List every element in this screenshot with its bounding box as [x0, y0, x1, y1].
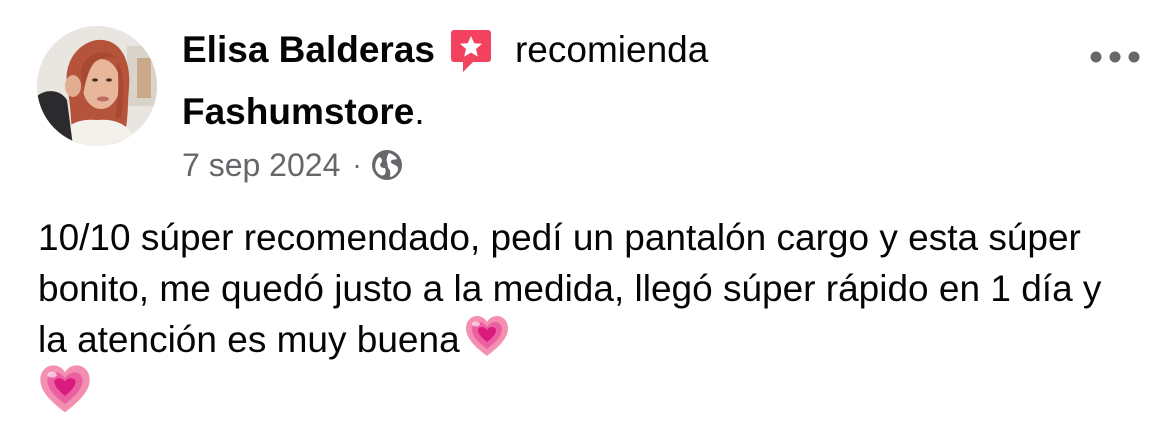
recommendation-star-badge-icon: [449, 26, 493, 74]
post-meta: 7 sep 2024 ·: [182, 145, 404, 185]
more-options-icon: [1090, 51, 1140, 63]
author-name-link[interactable]: Elisa Balderas: [182, 29, 435, 71]
meta-separator: ·: [352, 149, 362, 180]
post-body-text: 10/10 súper recomendado, pedí un pantaló…: [38, 217, 1102, 360]
page-name-link[interactable]: Fashumstore: [182, 91, 414, 133]
recommend-verb: recomienda: [514, 29, 709, 70]
growing-heart-emoji: [38, 363, 92, 417]
author-avatar[interactable]: [37, 26, 157, 146]
growing-heart-emoji: [464, 314, 510, 360]
globe-icon[interactable]: [370, 148, 404, 182]
post-body: 10/10 súper recomendado, pedí un pantaló…: [38, 212, 1138, 417]
page-line: Fashumstore.: [182, 88, 425, 136]
post-date-link[interactable]: 7 sep 2024: [182, 147, 340, 184]
avatar-photo: [37, 26, 157, 146]
page-name-period: .: [414, 91, 425, 132]
author-line: Elisa Balderas recomienda: [182, 26, 708, 74]
recommendation-post: Elisa Balderas recomienda Fashumstore. 7…: [0, 0, 1157, 427]
more-options-button[interactable]: [1085, 40, 1145, 74]
